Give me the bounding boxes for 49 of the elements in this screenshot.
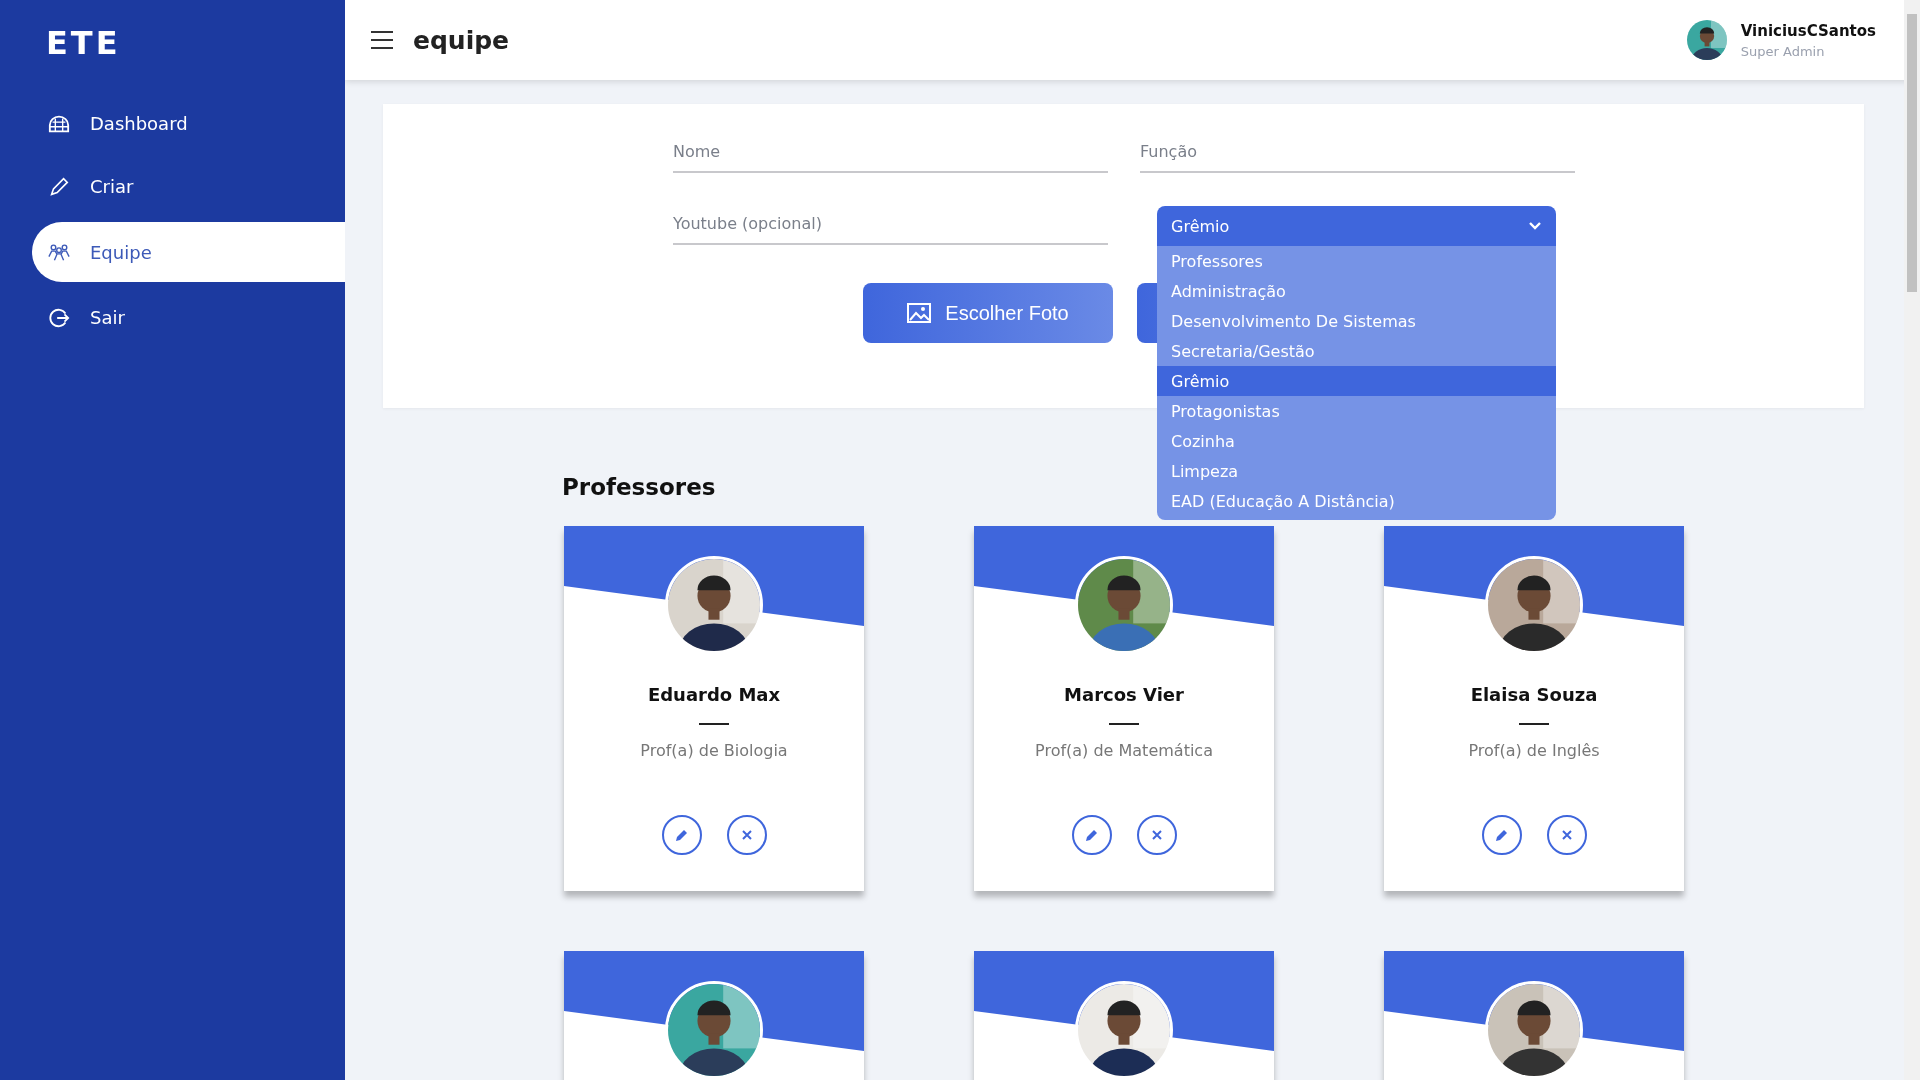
sidebar-item[interactable]: Criar [32, 159, 345, 214]
close-icon [1149, 828, 1164, 842]
close-icon [1559, 828, 1574, 842]
input-field[interactable]: Youtube (opcional) [673, 203, 1108, 245]
chevron-down-icon [1528, 221, 1542, 231]
section-heading: Professores [562, 474, 716, 500]
edit-button[interactable] [1071, 815, 1112, 855]
team-icon [48, 241, 70, 263]
member-role: Prof(a) de Biologia [640, 741, 788, 760]
member-name: Eduardo Max [647, 684, 781, 705]
dropdown-option[interactable]: Grêmio [1157, 366, 1556, 396]
pencil-icon [674, 828, 689, 842]
pencil-icon [1494, 828, 1509, 842]
logout-icon [48, 306, 70, 329]
input-field[interactable]: Nome [673, 131, 1108, 173]
member-role: Prof(a) de Matemática [1035, 741, 1213, 760]
delete-button[interactable] [1136, 815, 1177, 855]
pencil-icon [1084, 828, 1099, 842]
member-role: Prof(a) de Inglês [1468, 741, 1600, 760]
image-icon [907, 302, 932, 324]
dropdown-option[interactable]: Desenvolvimento De Sistemas [1157, 306, 1556, 336]
sidebar-item[interactable]: Equipe [32, 222, 345, 282]
edit-button[interactable] [661, 815, 702, 855]
delete-button[interactable] [1546, 815, 1587, 855]
scrollbar[interactable] [1904, 0, 1920, 1080]
dropdown-option[interactable]: Limpeza [1157, 456, 1556, 486]
dropdown-option[interactable]: Administração [1157, 276, 1556, 306]
member-name: Elaisa Souza [1470, 684, 1598, 705]
member-name: Marcos Vier [1064, 684, 1184, 705]
user-name: ViniciusCSantos [1740, 21, 1876, 40]
delete-button[interactable] [726, 815, 767, 855]
logo[interactable]: ETE [46, 26, 121, 60]
sidebar-item[interactable]: Dashboard [32, 96, 345, 151]
close-icon [739, 828, 754, 842]
dropdown-option[interactable]: EAD (Educação A Distância) [1157, 486, 1556, 516]
input-field[interactable]: Função [1140, 131, 1575, 173]
select-field[interactable]: Grêmio [1157, 206, 1556, 246]
menu-icon[interactable] [371, 31, 393, 49]
dropdown-option[interactable]: Professores [1157, 246, 1556, 276]
dropdown-option[interactable]: Secretaria/Gestão [1157, 336, 1556, 366]
sidebar-item[interactable]: Sair [32, 290, 345, 345]
dropdown-option[interactable]: Cozinha [1157, 426, 1556, 456]
edit-button[interactable] [1481, 815, 1522, 855]
photo-button[interactable]: Escolher Foto [863, 283, 1113, 343]
dropdown-option[interactable]: Protagonistas [1157, 396, 1556, 426]
pencil-icon [48, 175, 70, 198]
page-title: equipe [413, 25, 511, 55]
user-role: Super Admin [1740, 43, 1826, 59]
scrollbar-thumb[interactable] [1907, 14, 1917, 292]
